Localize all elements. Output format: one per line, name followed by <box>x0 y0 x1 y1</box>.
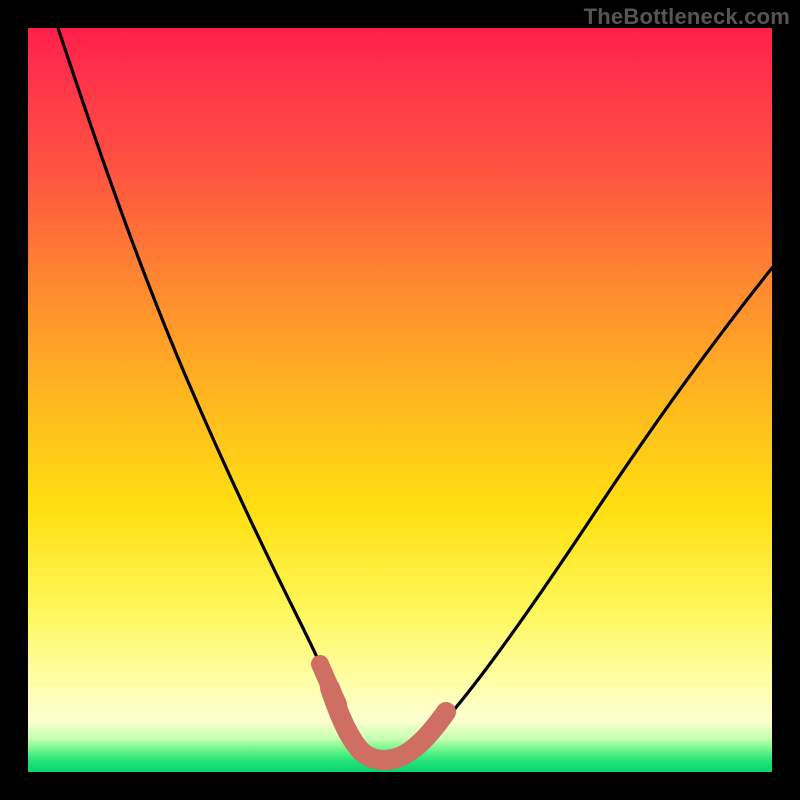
plot-area <box>28 28 772 772</box>
gradient-background <box>28 28 772 772</box>
chart-frame: TheBottleneck.com <box>0 0 800 800</box>
watermark-text: TheBottleneck.com <box>584 4 790 30</box>
